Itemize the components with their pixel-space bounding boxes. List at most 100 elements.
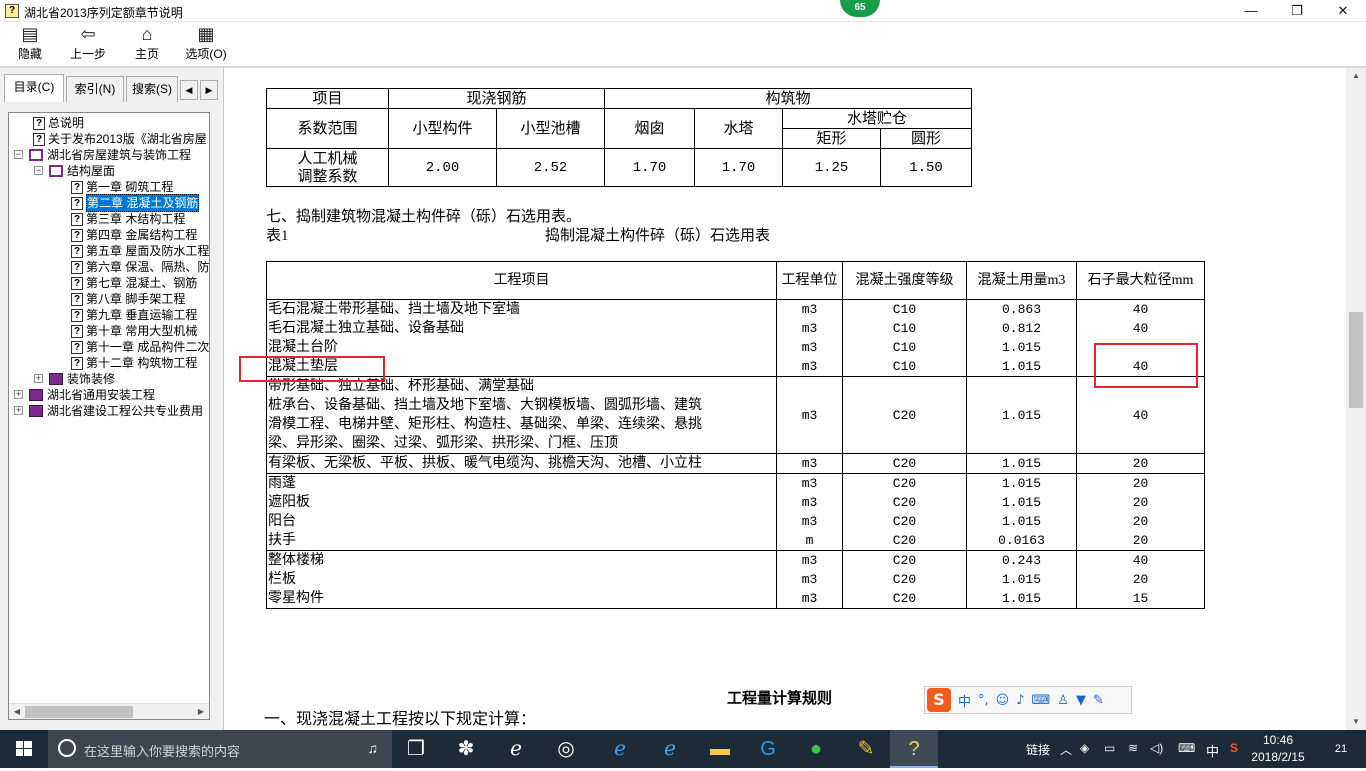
tree-item[interactable]: ? 总说明	[33, 115, 84, 131]
edge-icon[interactable]: ℯ	[596, 730, 644, 768]
emoji-icon[interactable]: ☺	[996, 693, 1010, 708]
tree-item[interactable]: ? 第十章 常用大型机械	[71, 323, 197, 339]
options-button[interactable]: ▦ 选项(O)	[182, 24, 230, 62]
scroll-right-icon[interactable]: ▶	[193, 704, 209, 719]
touch-keyboard-icon[interactable]: ⌨	[1178, 741, 1195, 755]
minimize-button[interactable]: —	[1228, 0, 1274, 22]
amount-text: 1.015	[1001, 591, 1041, 606]
scroll-up-icon[interactable]: ▲	[1346, 68, 1366, 84]
tree-item[interactable]: 结构屋面	[49, 163, 115, 179]
table-cell: 1.70	[694, 148, 783, 187]
table-cell: 1.015 1.015 1.015 0.0163	[966, 473, 1077, 551]
help-viewer-icon[interactable]: ?	[890, 730, 938, 768]
tab-contents[interactable]: 目录(C)	[4, 74, 64, 102]
tree-item[interactable]: 湖北省房屋建筑与装饰工程	[29, 147, 191, 163]
tree-item[interactable]: ? 第十二章 构筑物工程	[71, 355, 197, 371]
keyboard-icon[interactable]: ⌨	[1032, 693, 1051, 708]
volume-icon[interactable]: ◁)	[1150, 741, 1163, 755]
help-page-icon: ?	[71, 292, 83, 306]
help-page-icon: ?	[71, 228, 83, 242]
tree-item[interactable]: ? 第八章 脚手架工程	[71, 291, 185, 307]
app-fan-icon[interactable]: ✽	[442, 730, 490, 768]
clock[interactable]: 10:46 2018/2/15	[1248, 732, 1308, 766]
tray-expand-icon[interactable]: ︿	[1060, 741, 1072, 758]
wifi-icon[interactable]: ≋	[1128, 741, 1138, 755]
ie-icon[interactable]: ℯ	[492, 730, 540, 768]
grade-text: C20	[892, 514, 917, 529]
glodon-icon[interactable]: G	[744, 730, 792, 768]
collapse-icon[interactable]: −	[14, 150, 23, 159]
sogou-tray-icon[interactable]: S	[1230, 741, 1238, 755]
tree-item[interactable]: ? 第十一章 成品构件二次	[71, 339, 209, 355]
input-lang[interactable]: 中	[1206, 741, 1219, 760]
tab-scroll-right-button[interactable]: ▶	[200, 80, 218, 100]
collapse-icon[interactable]: −	[34, 166, 43, 175]
tree-item[interactable]: ? 第三章 木结构工程	[71, 211, 185, 227]
taskbar-search[interactable]: 在这里输入你要搜索的内容 ♫	[48, 730, 392, 768]
voice-icon[interactable]: ♪	[1016, 693, 1024, 708]
tree-item[interactable]: 湖北省通用安装工程	[29, 387, 155, 403]
tab-search[interactable]: 搜索(S)	[126, 76, 178, 102]
expand-icon[interactable]: +	[34, 374, 43, 383]
notes-icon[interactable]: ✎	[842, 730, 890, 768]
tree-item[interactable]: 湖北省建设工程公共专业费用	[29, 403, 203, 419]
back-arrow-icon: ⇦	[80, 24, 96, 44]
amount-text: 1.015	[1001, 340, 1041, 355]
expand-icon[interactable]: +	[14, 406, 23, 415]
skin-icon[interactable]: ▼	[1076, 693, 1086, 708]
tree-item-selected[interactable]: ? 第二章 混凝土及钢筋	[71, 194, 200, 212]
home-button[interactable]: ⌂ 主页	[130, 24, 164, 62]
microphone-icon[interactable]: ♫	[368, 740, 379, 756]
tree-item[interactable]: ? 第四章 金属结构工程	[71, 227, 197, 243]
tray-app-icon[interactable]: ◈	[1080, 741, 1089, 755]
ime-lang-toggle[interactable]: 中	[958, 691, 971, 710]
maximize-button[interactable]: ❐	[1274, 0, 1320, 22]
ime-toolbar[interactable]: S 中 °, ☺ ♪ ⌨ ♙ ▼ ✎	[924, 686, 1132, 714]
hide-button[interactable]: ▤ 隐藏	[12, 24, 48, 62]
back-button[interactable]: ⇦ 上一步	[66, 24, 110, 62]
tree-item[interactable]: ? 第六章 保温、隔热、防	[71, 259, 209, 275]
task-view-icon[interactable]: ❐	[392, 730, 440, 768]
start-button[interactable]	[0, 730, 48, 768]
sogou-logo-icon[interactable]: S	[927, 688, 951, 712]
tray-link[interactable]: 链接	[1026, 741, 1050, 758]
table-cell: m3	[776, 453, 843, 474]
tree-item[interactable]: ? 第一章 砌筑工程	[71, 179, 173, 195]
file-explorer-icon[interactable]: ▬	[696, 730, 744, 768]
unit-text: m3	[801, 514, 818, 529]
unit-text: m3	[801, 302, 818, 317]
tree-item[interactable]: ? 第五章 屋面及防水工程	[71, 243, 209, 259]
notification-badge[interactable]: 65	[840, 0, 880, 17]
nav-tabs: 目录(C) 索引(N) 搜索(S) ◀ ▶	[4, 74, 220, 102]
table-cell: 1.015	[966, 453, 1077, 474]
scroll-down-icon[interactable]: ▼	[1346, 714, 1366, 730]
content-vertical-scrollbar[interactable]: ▲ ▼	[1346, 68, 1366, 730]
close-button[interactable]: ✕	[1320, 0, 1366, 22]
table-cell: 1.25	[782, 148, 881, 187]
tab-scroll-left-button[interactable]: ◀	[180, 80, 198, 100]
battery-icon[interactable]: ▭	[1104, 741, 1115, 755]
tree-horizontal-scrollbar[interactable]: ◀ ▶	[9, 703, 209, 719]
scroll-left-icon[interactable]: ◀	[9, 704, 25, 719]
user-icon[interactable]: ♙	[1057, 693, 1069, 708]
tab-index[interactable]: 索引(N)	[66, 76, 124, 102]
internet-explorer-icon[interactable]: ℯ	[646, 730, 694, 768]
item-text: 滑模工程、电梯井壁、矩形柱、构造柱、基础梁、单梁、连续梁、悬挑	[268, 417, 702, 432]
tree-item[interactable]: 装饰装修	[49, 371, 115, 387]
browser-spiral-icon[interactable]: ◎	[542, 730, 590, 768]
settings-icon[interactable]: ✎	[1093, 693, 1104, 708]
punct-icon[interactable]: °,	[978, 693, 989, 708]
contents-tree[interactable]: ? 总说明 ? 关于发布2013版《湖北省房屋 − 湖北省房屋建筑与装饰工程 − 结…	[8, 112, 210, 720]
row-label: 人工机械	[297, 150, 358, 167]
toolbar: ▤ 隐藏 ⇦ 上一步 ⌂ 主页 ▦ 选项(O)	[0, 22, 1366, 66]
tree-item[interactable]: ? 第七章 混凝土、钢筋	[71, 275, 197, 291]
scroll-thumb[interactable]	[25, 706, 133, 718]
tree-item[interactable]: ? 关于发布2013版《湖北省房屋	[33, 131, 207, 147]
expand-icon[interactable]: +	[14, 390, 23, 399]
size-text: 40	[1132, 553, 1149, 568]
amount-text: 1.015	[1001, 572, 1041, 587]
tree-item[interactable]: ? 第九章 垂直运输工程	[71, 307, 197, 323]
green-app-icon[interactable]: ●	[792, 730, 840, 768]
scroll-thumb[interactable]	[1349, 312, 1363, 408]
notification-center-icon[interactable]: 21	[1328, 736, 1354, 762]
